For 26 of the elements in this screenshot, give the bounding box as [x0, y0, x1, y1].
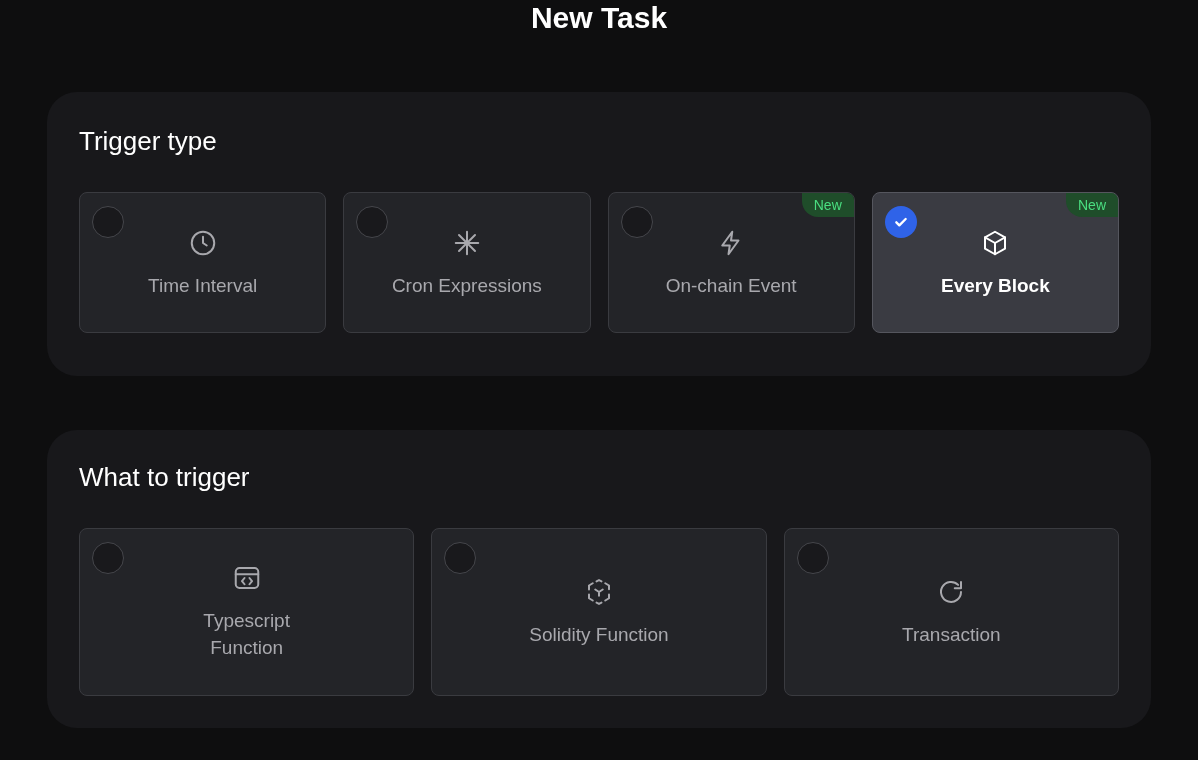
option-card[interactable]: Typescript Function: [79, 528, 415, 696]
radio[interactable]: [92, 542, 124, 574]
option-card[interactable]: Transaction: [783, 528, 1119, 696]
option-card[interactable]: New On-chain Event: [607, 192, 855, 333]
option-card[interactable]: New Every Block: [871, 192, 1119, 333]
option-card[interactable]: Cron Expressions: [343, 192, 591, 333]
option-label: Transaction: [902, 622, 1001, 647]
radio[interactable]: [92, 206, 124, 238]
section-heading: Trigger type: [79, 128, 218, 154]
check-radio[interactable]: [884, 206, 917, 238]
option-label: On-chain Event: [665, 274, 797, 298]
option-label: Solidity Function: [529, 622, 669, 647]
radio[interactable]: [356, 206, 389, 238]
radio[interactable]: [444, 542, 477, 574]
option-label: Every Block: [940, 274, 1050, 298]
option-card[interactable]: Time Interval: [79, 192, 327, 333]
option-label: Typescript Function: [203, 609, 290, 660]
section-heading: What to trigger: [79, 464, 251, 490]
new-badge: New: [801, 193, 854, 217]
option-card[interactable]: Solidity Function: [431, 528, 767, 696]
radio[interactable]: [620, 206, 653, 238]
new-badge: New: [1066, 193, 1118, 217]
option-label: Time Interval: [148, 274, 258, 298]
radio[interactable]: [796, 542, 829, 574]
page-title: New Task: [530, 3, 668, 33]
option-label: Cron Expressions: [391, 274, 542, 298]
